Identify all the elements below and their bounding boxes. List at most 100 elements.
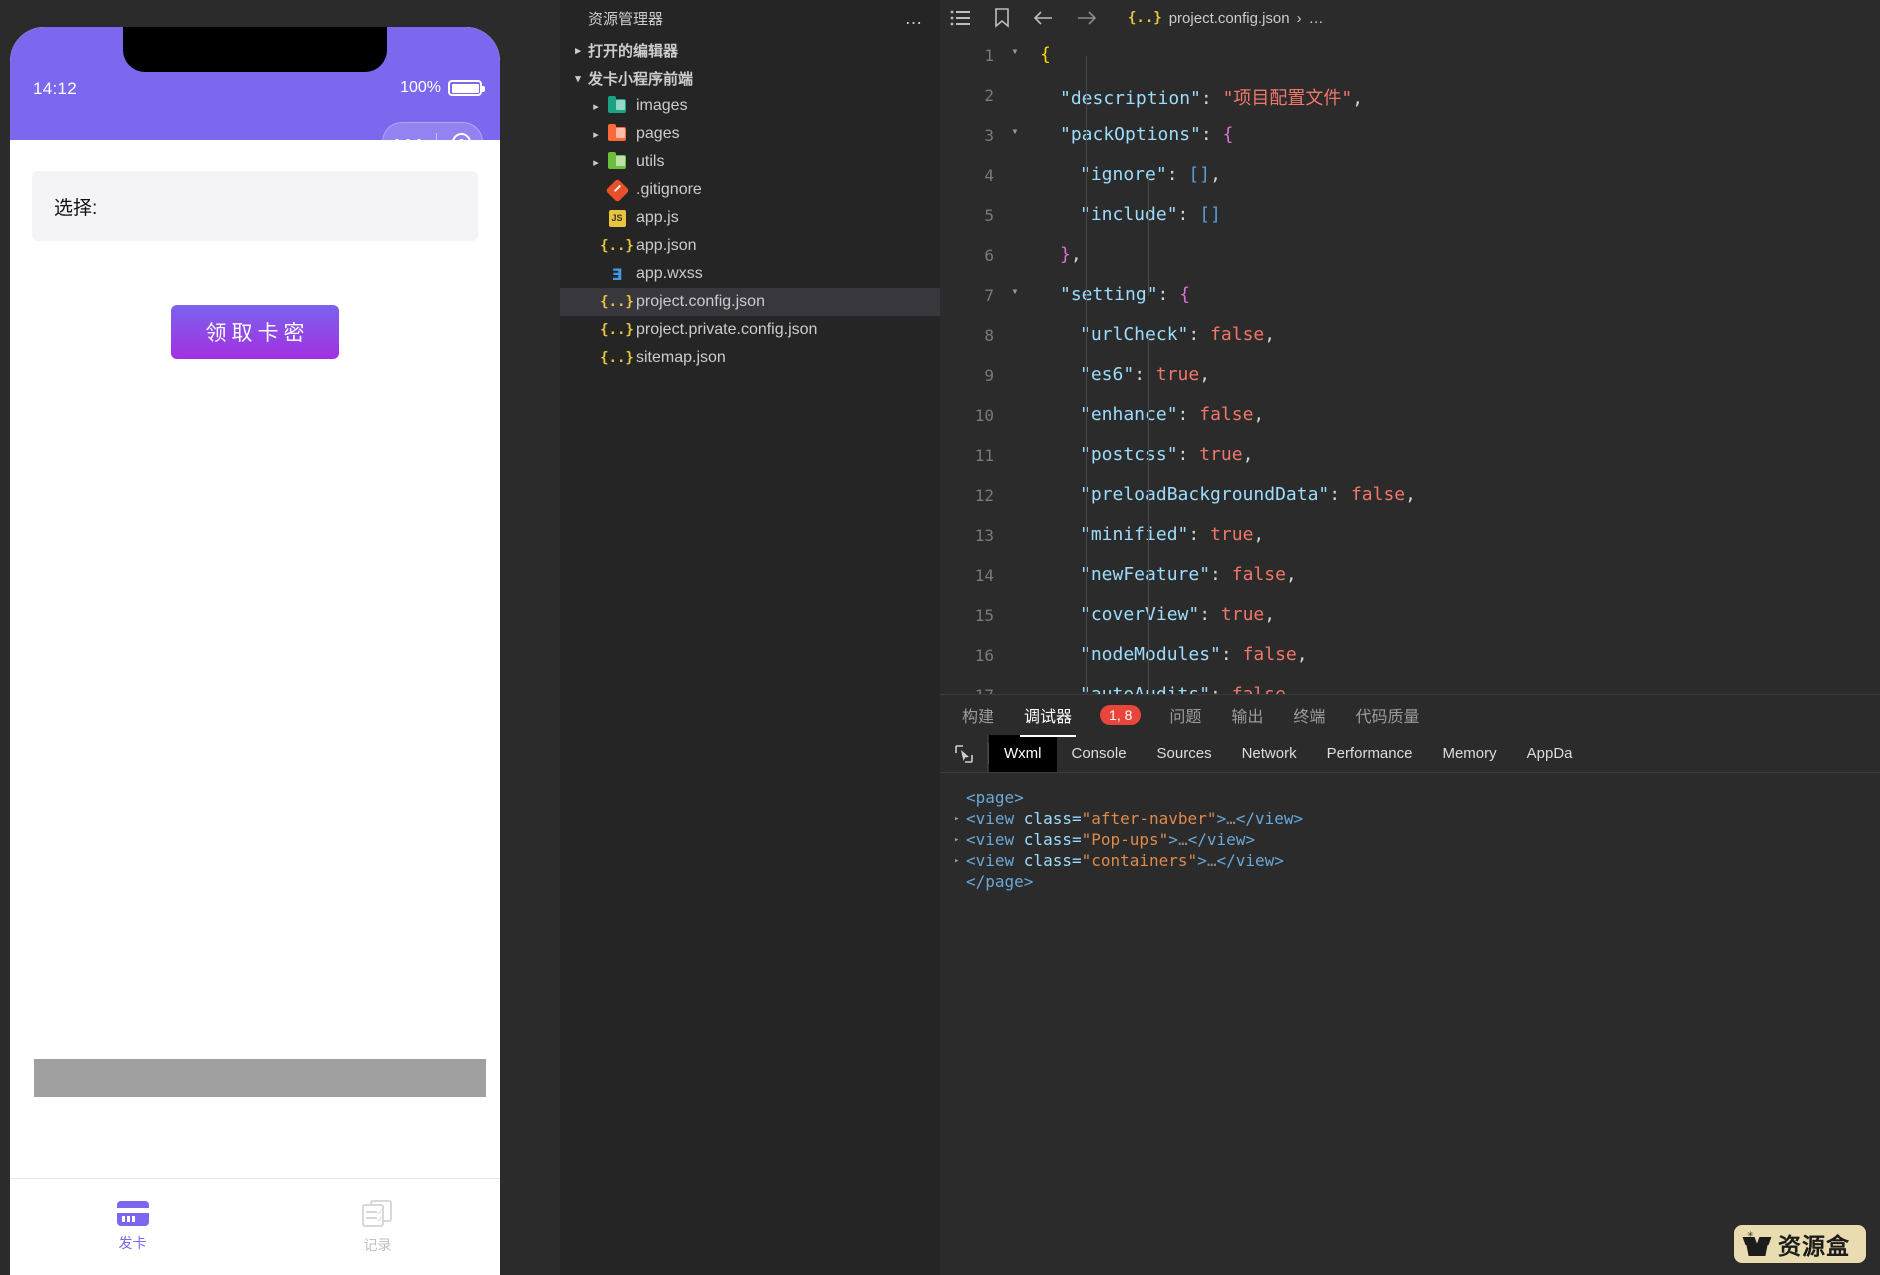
code-token: }: [1060, 244, 1071, 265]
debug-tab-badge: 1, 8: [1100, 705, 1142, 725]
explorer-item-label: project.config.json: [636, 293, 765, 310]
breadcrumb-file[interactable]: project.config.json: [1169, 10, 1290, 27]
code-line[interactable]: 7 ▾ "setting": {: [940, 276, 1880, 316]
tabbar-item-card[interactable]: 发卡: [10, 1179, 255, 1275]
breadcrumb-tail[interactable]: …: [1309, 10, 1324, 27]
explorer-item-images[interactable]: images: [560, 92, 940, 120]
code-line[interactable]: 13 "minified": true,: [940, 516, 1880, 556]
code-token: "packOptions": [1060, 124, 1201, 145]
code-token: {: [1222, 124, 1234, 145]
code-token: :: [1177, 404, 1200, 425]
wxml-token: <view: [966, 850, 1024, 870]
wxml-node[interactable]: ▸ <view class= "Pop-ups" >… </view>: [954, 829, 1880, 850]
capsule-divider: [436, 132, 438, 152]
devtools-tab-wxml[interactable]: Wxml: [989, 735, 1057, 772]
explorer-item-project-private-config-json[interactable]: {..} project.private.config.json: [560, 316, 940, 344]
element-picker-icon[interactable]: [940, 735, 988, 772]
debug-tab-输出[interactable]: 输出: [1229, 703, 1265, 727]
devtools-tab-sources[interactable]: Sources: [1142, 735, 1227, 772]
explorer-item-label: app.json: [636, 237, 697, 254]
wxml-token: …: [1226, 808, 1236, 828]
code-token: ,: [1264, 604, 1276, 625]
code-text: "coverView": true,: [1028, 596, 1275, 625]
wxml-node[interactable]: ▸ <view class= "containers" >… </view>: [954, 850, 1880, 871]
explorer-item-app-js[interactable]: JS app.js: [560, 204, 940, 232]
explorer-item-app-wxss[interactable]: Ǝ app.wxss: [560, 260, 940, 288]
code-line[interactable]: 16 "nodeModules": false,: [940, 636, 1880, 676]
wxml-node[interactable]: <page>: [954, 787, 1880, 808]
explorer-more-icon[interactable]: …: [905, 8, 925, 29]
code-line[interactable]: 1 ▾ {: [940, 36, 1880, 76]
list-icon[interactable]: [950, 9, 972, 27]
wechat-capsule-menu[interactable]: [382, 122, 483, 162]
code-line[interactable]: 11 "postcss": true,: [940, 436, 1880, 476]
explorer-item-utils[interactable]: utils: [560, 148, 940, 176]
code-line[interactable]: 3 ▾ "packOptions": {: [940, 116, 1880, 156]
code-token: "es6": [1080, 364, 1135, 385]
debug-tab-构建[interactable]: 构建: [960, 703, 996, 727]
code-line[interactable]: 6},: [940, 236, 1880, 276]
explorer-item-pages[interactable]: pages: [560, 120, 940, 148]
devtools-tab-console[interactable]: Console: [1057, 735, 1142, 772]
expand-arrow-icon[interactable]: ▸: [954, 808, 966, 830]
explorer-item-label: project.private.config.json: [636, 321, 818, 338]
wxml-token: >: [1216, 808, 1227, 828]
close-circle-icon[interactable]: [451, 132, 471, 152]
bookmark-icon[interactable]: [994, 8, 1010, 28]
code-line[interactable]: 2 "description": "项目配置文件",: [940, 76, 1880, 116]
explorer-section-project[interactable]: 发卡小程序前端: [560, 64, 940, 92]
code-token: ,: [1285, 564, 1297, 585]
devtools-tab-memory[interactable]: Memory: [1427, 735, 1511, 772]
explorer-item-gitignore[interactable]: .gitignore: [560, 176, 940, 204]
more-dots-icon[interactable]: [390, 139, 423, 145]
claim-card-button[interactable]: 领取卡密: [171, 305, 339, 359]
explorer-item-app-json[interactable]: {..} app.json: [560, 232, 940, 260]
code-line[interactable]: 14 "newFeature": false,: [940, 556, 1880, 596]
code-token: "nodeModules": [1080, 644, 1221, 665]
devtools-tab-network[interactable]: Network: [1227, 735, 1312, 772]
code-text: "nodeModules": false,: [1028, 636, 1308, 665]
fold-chevron-down-icon[interactable]: ▾: [1002, 276, 1028, 298]
fold-chevron-down-icon[interactable]: ▾: [1002, 36, 1028, 58]
code-token: true: [1220, 604, 1265, 625]
code-line[interactable]: 8 "urlCheck": false,: [940, 316, 1880, 356]
wxml-node[interactable]: </page>: [954, 871, 1880, 892]
wxml-tree[interactable]: <page> ▸ <view class= "after-navber" >… </vie…: [940, 773, 1880, 892]
tabbar-item-records[interactable]: ✓ ✓ 记录: [255, 1179, 500, 1275]
code-token: "postcss": [1080, 444, 1178, 465]
debug-tab-问题[interactable]: 问题: [1167, 703, 1203, 727]
line-number: 8: [984, 326, 994, 345]
breadcrumb[interactable]: {..} project.config.json › …: [1128, 10, 1324, 27]
line-number: 12: [974, 486, 994, 505]
code-line[interactable]: 15 "coverView": true,: [940, 596, 1880, 636]
code-text: "enhance": false,: [1028, 396, 1264, 425]
devtools-tab-performance[interactable]: Performance: [1312, 735, 1428, 772]
arrow-right-icon[interactable]: [1076, 9, 1098, 27]
arrow-left-icon[interactable]: [1032, 9, 1054, 27]
code-line[interactable]: 10 "enhance": false,: [940, 396, 1880, 436]
explorer-item-project-config-json[interactable]: {..} project.config.json: [560, 288, 940, 316]
line-number: 1: [984, 46, 994, 65]
editor-toolbar: {..} project.config.json › …: [940, 0, 1880, 36]
expand-arrow-icon[interactable]: ▸: [954, 829, 966, 851]
code-line[interactable]: 9 "es6": true,: [940, 356, 1880, 396]
code-content[interactable]: 1 ▾ {2 "description": "项目配置文件", 3 ▾ "packOptio…: [940, 36, 1880, 694]
wxml-token: </view>: [1216, 850, 1284, 870]
code-line[interactable]: 5 "include": []: [940, 196, 1880, 236]
line-number: 3: [984, 126, 994, 145]
select-field[interactable]: 选择:: [32, 171, 478, 241]
code-line[interactable]: 17 "autoAudits": false,: [940, 676, 1880, 694]
wxml-node[interactable]: ▸ <view class= "after-navber" >… </view>: [954, 808, 1880, 829]
debug-tab-代码质量[interactable]: 代码质量: [1353, 703, 1421, 727]
debug-tab-调试器[interactable]: 调试器: [1020, 703, 1077, 737]
devtools-tab-appda[interactable]: AppDa: [1512, 735, 1588, 772]
explorer-item-sitemap-json[interactable]: {..} sitemap.json: [560, 344, 940, 372]
code-line[interactable]: 4 "ignore": [],: [940, 156, 1880, 196]
expand-arrow-icon[interactable]: ▸: [954, 850, 966, 872]
explorer-section-open-editors[interactable]: 打开的编辑器: [560, 36, 940, 64]
fold-chevron-down-icon[interactable]: ▾: [1002, 116, 1028, 138]
code-line[interactable]: 12 "preloadBackgroundData": false,: [940, 476, 1880, 516]
debug-tab-终端[interactable]: 终端: [1291, 703, 1327, 727]
